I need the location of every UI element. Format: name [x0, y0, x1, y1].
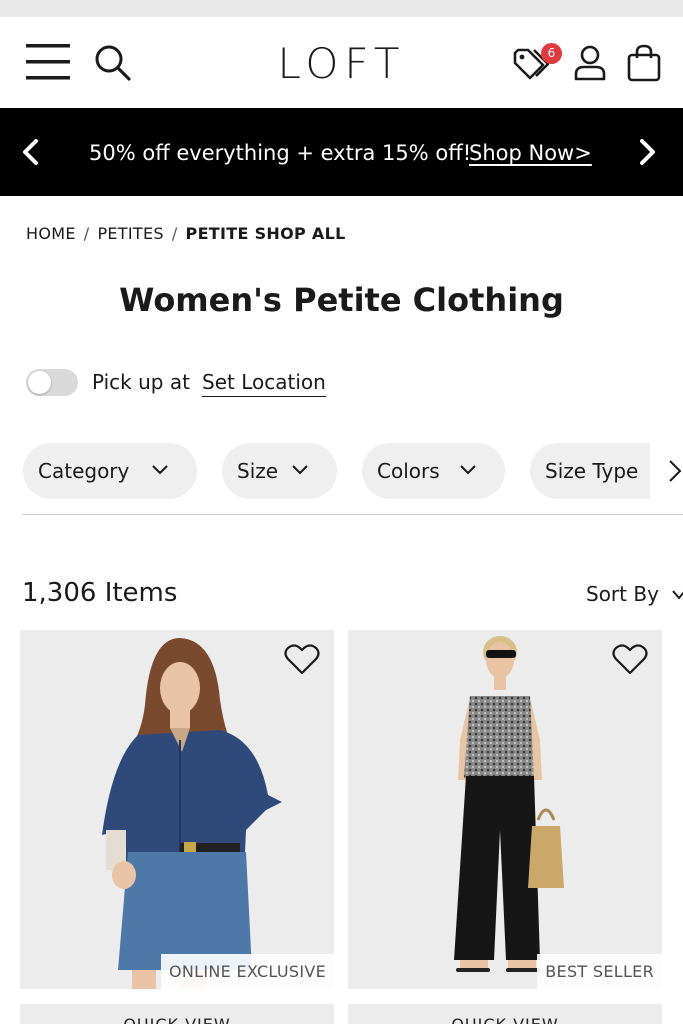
filter-colors[interactable]: Colors — [362, 443, 505, 499]
pickup-toggle[interactable] — [26, 369, 78, 396]
product-badge: ONLINE EXCLUSIVE — [161, 954, 334, 989]
offers-count-badge: 6 — [541, 43, 562, 64]
product-image[interactable] — [348, 630, 662, 989]
promo-message: 50% off everything + extra 15% off! — [89, 141, 472, 165]
breadcrumb-separator: / — [171, 224, 178, 243]
promo-banner: 50% off everything + extra 15% off! Shop… — [0, 108, 683, 196]
filter-label: Size Type — [545, 459, 639, 483]
filter-label: Size — [237, 459, 279, 483]
product-card[interactable]: BEST SELLER — [348, 630, 662, 989]
bag-icon[interactable] — [627, 44, 661, 82]
filters-scroll-right[interactable] — [650, 443, 683, 499]
filter-category[interactable]: Category — [23, 443, 197, 499]
toggle-knob — [28, 371, 51, 394]
chevron-right-icon — [669, 460, 682, 482]
items-count: 1,306 Items — [22, 578, 178, 608]
heart-icon[interactable] — [612, 644, 648, 676]
chevron-down-icon — [672, 590, 683, 600]
heart-icon[interactable] — [284, 644, 320, 676]
shop-now-link[interactable]: Shop Now> — [469, 141, 592, 165]
chevron-down-icon — [292, 465, 308, 475]
product-badge: BEST SELLER — [537, 954, 662, 989]
pickup-label: Pick up at — [92, 370, 190, 394]
set-location-link[interactable]: Set Location — [202, 370, 326, 397]
breadcrumb: HOME / PETITES / PETITE SHOP ALL — [26, 224, 346, 243]
filter-bar: Category Size Colors Size Type — [0, 443, 683, 499]
site-header: LOFT 6 — [0, 17, 683, 108]
page-title: Women's Petite Clothing — [119, 281, 564, 319]
breadcrumb-petites[interactable]: PETITES — [97, 224, 163, 243]
breadcrumb-separator: / — [83, 224, 90, 243]
breadcrumb-home[interactable]: HOME — [26, 224, 76, 243]
status-bar — [0, 0, 683, 17]
quick-view-button[interactable]: QUICK VIEW — [348, 1004, 662, 1024]
product-card[interactable]: ONLINE EXCLUSIVE — [20, 630, 334, 989]
filter-label: Category — [38, 459, 130, 483]
sort-by-label: Sort By — [586, 582, 659, 606]
chevron-right-icon[interactable] — [638, 138, 658, 166]
quick-view-button[interactable]: QUICK VIEW — [20, 1004, 334, 1024]
chevron-down-icon — [152, 465, 168, 475]
sort-by-button[interactable]: Sort By — [586, 582, 683, 606]
filter-divider — [22, 514, 683, 515]
product-image[interactable] — [20, 630, 334, 989]
user-icon[interactable] — [574, 45, 606, 81]
filter-size[interactable]: Size — [222, 443, 337, 499]
filter-label: Colors — [377, 459, 440, 483]
chevron-down-icon — [460, 465, 476, 475]
chevron-left-icon[interactable] — [20, 138, 40, 166]
breadcrumb-current: PETITE SHOP ALL — [185, 224, 346, 243]
